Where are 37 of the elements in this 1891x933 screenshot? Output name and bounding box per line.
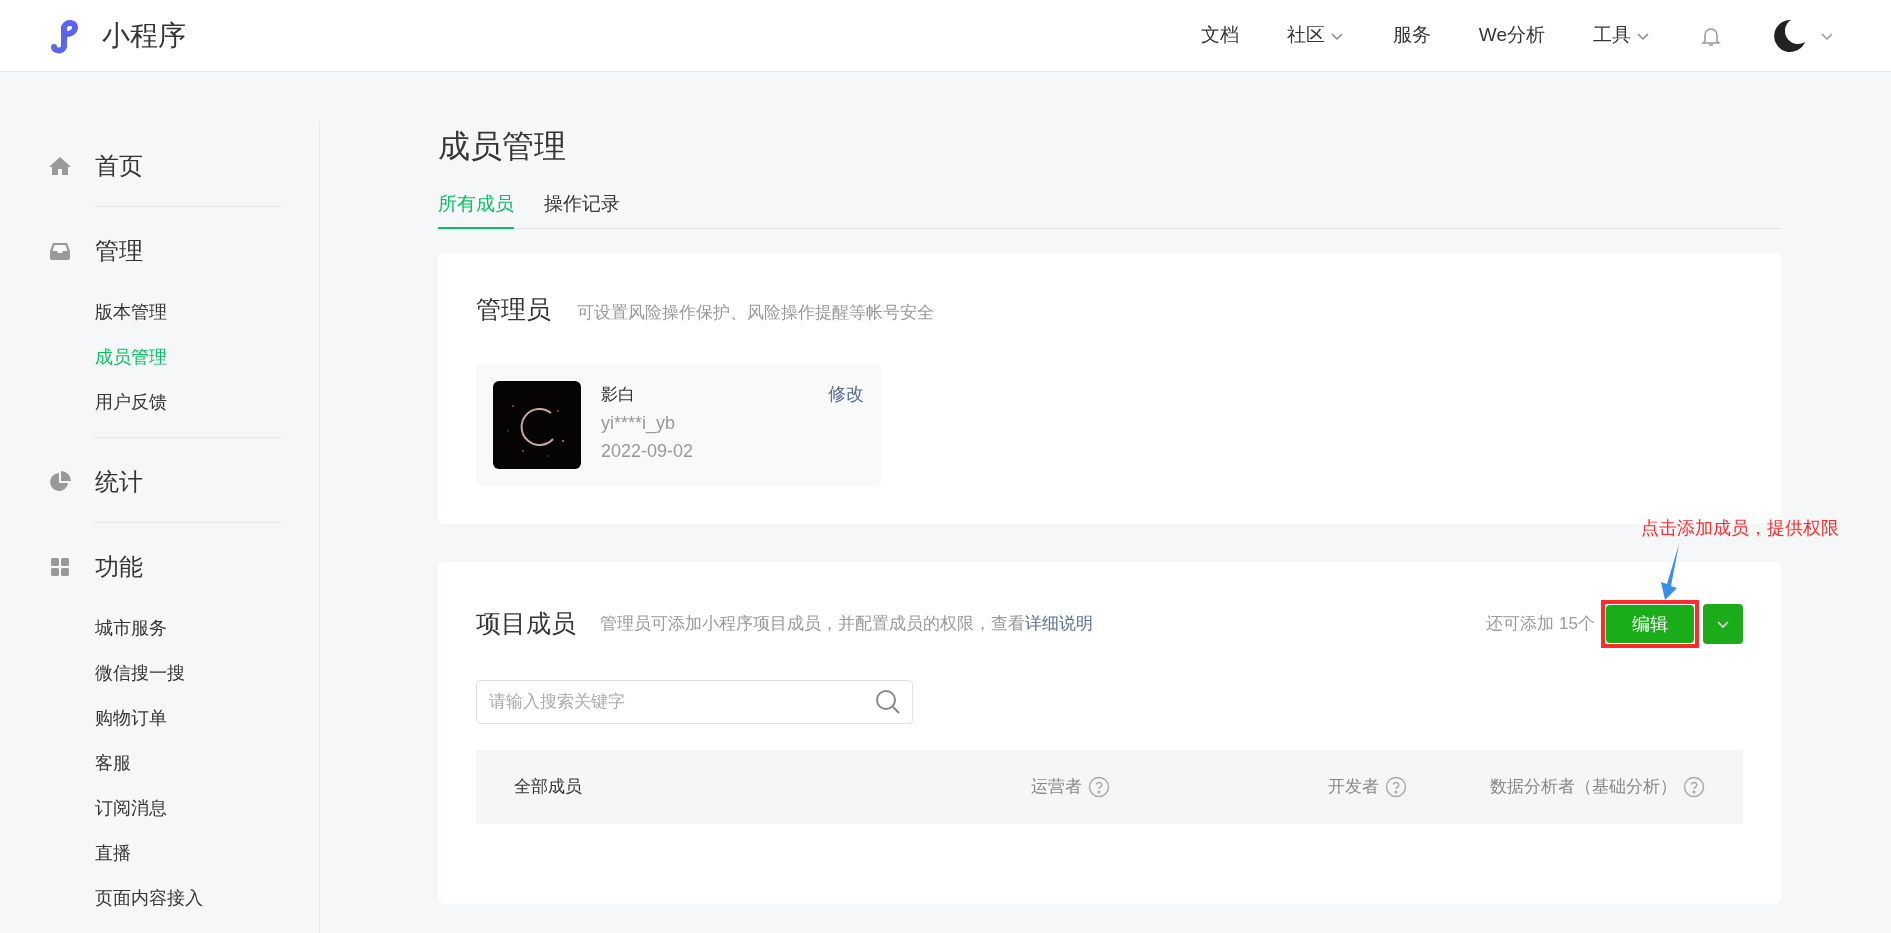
admin-name: 影白 — [601, 384, 636, 406]
nav-link[interactable]: 服务 — [1392, 21, 1431, 50]
card-hint: 管理员可添加小程序项目成员，并配置成员的权限，查看详细说明 — [600, 613, 1093, 636]
annotation-text: 点击添加成员，提供权限 — [1641, 517, 1839, 540]
sidebar-item[interactable]: 城市服务 — [95, 615, 281, 641]
search-field[interactable]: 请输入搜索关键字 — [476, 680, 913, 724]
sidebar-item[interactable]: 版本管理 — [95, 299, 281, 325]
card-title: 管理员 — [476, 293, 551, 325]
sidebar-section[interactable]: 功能 — [95, 549, 143, 585]
card-hint: 可设置风险操作保护、风险操作提醒等帐号安全 — [577, 301, 934, 324]
sidebar-item[interactable]: 客服 — [95, 750, 281, 776]
sidebar-item[interactable]: 直播 — [95, 840, 281, 866]
edit-link[interactable]: 修改 — [828, 381, 864, 408]
sidebar-item[interactable]: 页面内容接入 — [95, 885, 281, 911]
column-header: 数据分析者（基础分析） — [1490, 776, 1677, 799]
sidebar-item[interactable]: 用户反馈 — [95, 389, 281, 415]
nav-link[interactable]: We分析 — [1478, 21, 1545, 50]
column-header: 开发者 — [1328, 776, 1380, 799]
nav-link[interactable]: 文档 — [1200, 21, 1239, 50]
sidebar-item[interactable]: 订阅消息 — [95, 795, 281, 821]
details-link[interactable]: 详细说明 — [1025, 614, 1093, 634]
sidebar-section[interactable]: 首页 — [95, 148, 143, 184]
nav-link[interactable]: 社区 — [1286, 21, 1325, 50]
sidebar-section[interactable]: 管理 — [95, 233, 143, 269]
column-header: 运营者 — [1030, 776, 1082, 799]
sidebar-item[interactable]: 微信搜一搜 — [95, 660, 281, 686]
admin-account: yi****i_yb — [601, 412, 677, 436]
admin-date: 2022-09-02 — [601, 440, 695, 463]
nav-link[interactable]: 工具 — [1593, 21, 1631, 50]
remaining-count: 还可添加 15个 — [1486, 613, 1595, 636]
sidebar-item[interactable]: 购物订单 — [95, 705, 281, 731]
column-header: 全部成员 — [514, 776, 582, 799]
page-title: 成员管理 — [438, 127, 567, 166]
tab[interactable]: 操作记录 — [544, 190, 620, 229]
card-title: 项目成员 — [476, 608, 576, 640]
sidebar-section[interactable]: 统计 — [95, 464, 143, 500]
logo-text[interactable]: 小程序 — [102, 14, 186, 57]
